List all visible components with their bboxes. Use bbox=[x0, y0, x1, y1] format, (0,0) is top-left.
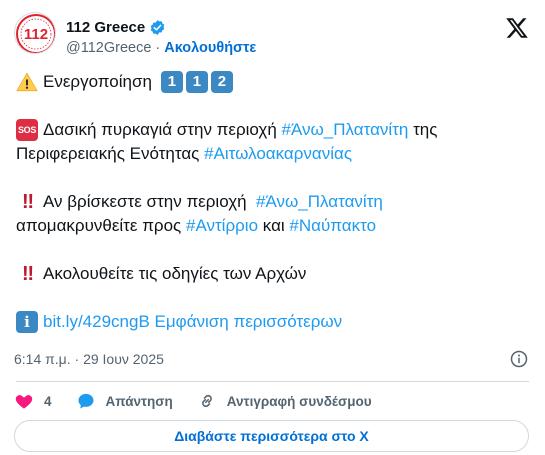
tweet-line-instructions: ‼ Ακολουθείτε τις οδηγίες των Αρχών bbox=[16, 262, 529, 286]
tweet-header: 112 112 Greece @112Greece · Ακολουθήστε bbox=[14, 12, 529, 60]
follow-button[interactable]: Ακολουθήστε bbox=[164, 40, 256, 56]
verified-badge-icon bbox=[151, 19, 165, 35]
tweet-body: Ενεργοποίηση 1 1 2 SOS Δασική πυρκαγιά σ… bbox=[16, 70, 529, 334]
reply-button[interactable]: Απάντηση bbox=[76, 391, 173, 411]
info-icon[interactable] bbox=[509, 349, 529, 369]
information-icon: i bbox=[16, 311, 38, 333]
link-icon bbox=[201, 394, 212, 408]
like-count: 4 bbox=[44, 393, 52, 409]
double-exclamation-icon: ‼ bbox=[21, 191, 34, 213]
hashtag-antirrio[interactable]: #Αντίρριο bbox=[186, 214, 258, 238]
copy-link-label: Αντιγραφή συνδέσμου bbox=[226, 393, 372, 409]
avatar[interactable]: 112 bbox=[14, 12, 56, 54]
read-more-button[interactable]: Διαβάστε περισσότερα στο Χ bbox=[14, 420, 529, 452]
hashtag-nafpakto[interactable]: #Ναύπακτο bbox=[289, 214, 376, 238]
separator-dot: · bbox=[155, 40, 161, 56]
action-bar: 4 Απάντηση Αντιγραφή συνδέσμου bbox=[14, 388, 529, 414]
tweet-line-location: ‼ Αν βρίσκεστε στην περιοχή #Άνω_Πλατανί… bbox=[16, 190, 529, 214]
tweet-line-evacuate: απομακρυνθείτε προς #Αντίρριο και #Ναύπα… bbox=[16, 214, 529, 238]
svg-text:112: 112 bbox=[24, 26, 48, 43]
tweet-line-activation: Ενεργοποίηση 1 1 2 bbox=[16, 70, 529, 94]
heart-icon bbox=[15, 395, 33, 409]
tweet-line-link: i bit.ly/429cngB Εμφάνιση περισσότερων bbox=[16, 310, 529, 334]
author-display-name[interactable]: 112 Greece bbox=[66, 19, 145, 36]
hashtag-aitoloakarnanias[interactable]: #Αιτωλοακαρνανίας bbox=[204, 142, 352, 166]
timestamp[interactable]: 6:14 π.μ. · 29 Ιουν 2025 bbox=[14, 351, 164, 367]
x-logo-icon[interactable] bbox=[505, 16, 529, 40]
tweet-line-fire: SOS Δασική πυρκαγιά στην περιοχή #Άνω_Πλ… bbox=[16, 118, 529, 142]
tweet-card: 112 112 Greece @112Greece · Ακολουθήστε bbox=[0, 0, 545, 455]
fire-text-tail: της bbox=[413, 120, 438, 139]
reply-label: Απάντηση bbox=[105, 393, 173, 409]
region-text: Περιφερειακής Ενότητας bbox=[16, 144, 200, 163]
activation-text: Ενεργοποίηση bbox=[43, 72, 152, 91]
reply-bubble-icon bbox=[78, 393, 94, 409]
like-button[interactable]: 4 bbox=[14, 391, 52, 411]
sos-icon: SOS bbox=[16, 119, 38, 141]
instructions-text: Ακολουθείτε τις οδηγίες των Αρχών bbox=[43, 264, 307, 283]
hashtag-ano-platanitis[interactable]: #Άνω_Πλατανίτη bbox=[282, 118, 409, 142]
keycap-two-icon: 2 bbox=[210, 71, 233, 93]
location-text: Αν βρίσκεστε στην περιοχή bbox=[43, 192, 247, 211]
copy-link-button[interactable]: Αντιγραφή συνδέσμου bbox=[197, 391, 372, 411]
keycap-one-icon: 1 bbox=[160, 71, 183, 93]
keycap-one-icon: 1 bbox=[185, 71, 208, 93]
tweet-line-region: Περιφερειακής Ενότητας #Αιτωλοακαρνανίας bbox=[16, 142, 529, 166]
fire-text: Δασική πυρκαγιά στην περιοχή bbox=[43, 120, 277, 139]
double-exclamation-icon: ‼ bbox=[21, 263, 34, 285]
connector-text: και bbox=[262, 216, 285, 235]
short-link[interactable]: bit.ly/429cngB bbox=[43, 310, 150, 334]
show-more-link[interactable]: Εμφάνιση περισσότερων bbox=[155, 310, 343, 334]
hashtag-ano-platanitis[interactable]: #Άνω_Πλατανίτη bbox=[256, 190, 383, 214]
warning-icon bbox=[16, 71, 38, 93]
evacuate-text: απομακρυνθείτε προς bbox=[16, 216, 182, 235]
author-info: 112 Greece @112Greece · Ακολουθήστε bbox=[66, 17, 256, 58]
divider bbox=[16, 381, 529, 382]
avatar-112-logo: 112 bbox=[16, 14, 55, 53]
tweet-meta: 6:14 π.μ. · 29 Ιουν 2025 bbox=[14, 348, 529, 370]
author-handle[interactable]: @112Greece bbox=[66, 40, 151, 56]
